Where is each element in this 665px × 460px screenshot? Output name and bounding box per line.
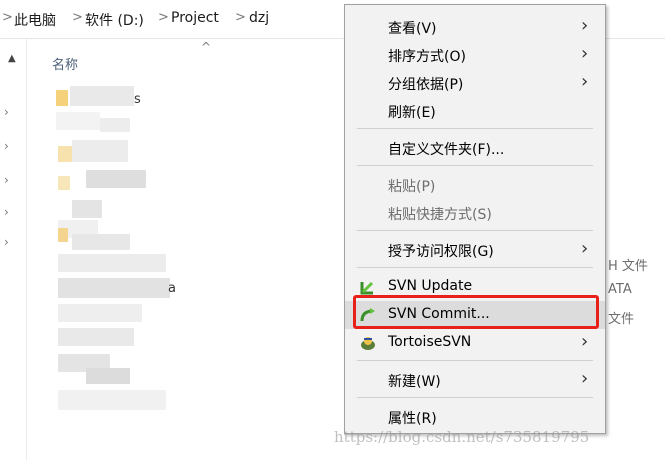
folder-icon bbox=[58, 176, 70, 190]
chevron-right-icon[interactable]: > bbox=[158, 10, 169, 25]
list-item[interactable] bbox=[56, 112, 100, 130]
chevron-right-icon[interactable]: > bbox=[2, 10, 13, 25]
list-item-name-fragment: s bbox=[134, 92, 141, 107]
chevron-right-icon[interactable]: > bbox=[235, 10, 246, 25]
menu-item-properties[interactable]: 属性(R) bbox=[345, 403, 605, 431]
list-item[interactable] bbox=[100, 118, 130, 132]
menu-item-label: 自定义文件夹(F)... bbox=[388, 142, 505, 158]
file-type-fragment: H 文件 bbox=[608, 259, 648, 274]
expand-chevron-icon[interactable]: › bbox=[4, 173, 9, 187]
menu-item-new[interactable]: 新建(W) › bbox=[345, 366, 605, 394]
column-header-name[interactable]: 名称 bbox=[52, 54, 78, 73]
chevron-right-icon[interactable]: > bbox=[72, 10, 83, 25]
folder-icon bbox=[56, 90, 68, 106]
list-item[interactable] bbox=[86, 368, 130, 384]
menu-item-view[interactable]: 查看(V) › bbox=[345, 13, 605, 41]
file-type-fragment: ATA bbox=[608, 282, 632, 297]
expand-chevron-icon[interactable]: › bbox=[4, 105, 9, 119]
breadcrumb-this-pc[interactable]: 此电脑 bbox=[14, 10, 56, 30]
list-item[interactable] bbox=[58, 278, 170, 298]
navigation-pane[interactable]: ▲ › › › › › bbox=[0, 39, 27, 460]
breadcrumb-dzj[interactable]: dzj bbox=[249, 10, 269, 26]
menu-item-group[interactable]: 分组依据(P) › bbox=[345, 69, 605, 97]
menu-separator bbox=[357, 397, 593, 398]
menu-item-tortoisesvn[interactable]: TortoiseSVN › bbox=[345, 329, 605, 357]
list-item[interactable] bbox=[72, 140, 128, 162]
folder-icon bbox=[58, 146, 72, 162]
list-item[interactable] bbox=[58, 390, 166, 410]
menu-item-label: 新建(W) bbox=[388, 374, 441, 390]
submenu-arrow-icon: › bbox=[581, 15, 589, 36]
expand-chevron-icon[interactable]: › bbox=[4, 205, 9, 219]
menu-item-label: 粘贴快捷方式(S) bbox=[388, 207, 492, 223]
menu-item-refresh[interactable]: 刷新(E) bbox=[345, 97, 605, 125]
watermark: https://blog.csdn.net/s735819795 bbox=[334, 428, 590, 446]
menu-separator bbox=[357, 267, 593, 268]
menu-item-label: TortoiseSVN bbox=[388, 334, 472, 350]
sort-caret-icon: ^ bbox=[201, 40, 212, 54]
list-item-name-fragment: a bbox=[168, 281, 176, 296]
submenu-arrow-icon: › bbox=[581, 71, 589, 92]
menu-item-label: 排序方式(O) bbox=[388, 49, 466, 65]
menu-item-paste: 粘贴(P) bbox=[345, 171, 605, 199]
list-item[interactable] bbox=[70, 86, 134, 106]
list-item[interactable] bbox=[86, 170, 146, 188]
submenu-arrow-icon: › bbox=[581, 43, 589, 64]
highlight-box bbox=[353, 295, 599, 329]
menu-separator bbox=[357, 230, 593, 231]
breadcrumb-project[interactable]: Project bbox=[171, 10, 219, 26]
submenu-arrow-icon: › bbox=[581, 368, 589, 389]
menu-item-grant-access[interactable]: 授予访问权限(G) › bbox=[345, 236, 605, 264]
list-item[interactable] bbox=[58, 304, 142, 322]
menu-item-label: 授予访问权限(G) bbox=[388, 244, 494, 260]
list-item[interactable] bbox=[58, 254, 166, 272]
tortoisesvn-icon bbox=[359, 334, 377, 352]
list-item[interactable] bbox=[72, 200, 102, 218]
menu-item-label: SVN Update bbox=[388, 278, 473, 294]
menu-item-customize-folder[interactable]: 自定义文件夹(F)... bbox=[345, 134, 605, 162]
svn-update-icon bbox=[359, 278, 377, 296]
scroll-up-icon[interactable]: ▲ bbox=[8, 53, 16, 64]
context-menu: 查看(V) › 排序方式(O) › 分组依据(P) › 刷新(E) 自定义文件夹… bbox=[344, 4, 606, 434]
file-type-fragment: 文件 bbox=[608, 312, 635, 327]
expand-chevron-icon[interactable]: › bbox=[4, 235, 9, 249]
menu-item-label: 查看(V) bbox=[388, 21, 437, 37]
list-item[interactable] bbox=[72, 234, 130, 250]
folder-icon bbox=[58, 228, 68, 242]
submenu-arrow-icon: › bbox=[581, 331, 589, 352]
submenu-arrow-icon: › bbox=[581, 238, 589, 259]
menu-separator bbox=[357, 128, 593, 129]
menu-separator bbox=[357, 360, 593, 361]
menu-item-label: 刷新(E) bbox=[388, 105, 436, 121]
menu-separator bbox=[357, 165, 593, 166]
menu-item-paste-shortcut: 粘贴快捷方式(S) bbox=[345, 199, 605, 227]
menu-item-sort[interactable]: 排序方式(O) › bbox=[345, 41, 605, 69]
menu-item-label: 属性(R) bbox=[388, 411, 437, 427]
breadcrumb-drive-d[interactable]: 软件 (D:) bbox=[85, 10, 144, 30]
list-item[interactable] bbox=[58, 328, 134, 346]
expand-chevron-icon[interactable]: › bbox=[4, 139, 9, 153]
menu-item-label: 粘贴(P) bbox=[388, 179, 436, 195]
menu-item-label: 分组依据(P) bbox=[388, 77, 464, 93]
